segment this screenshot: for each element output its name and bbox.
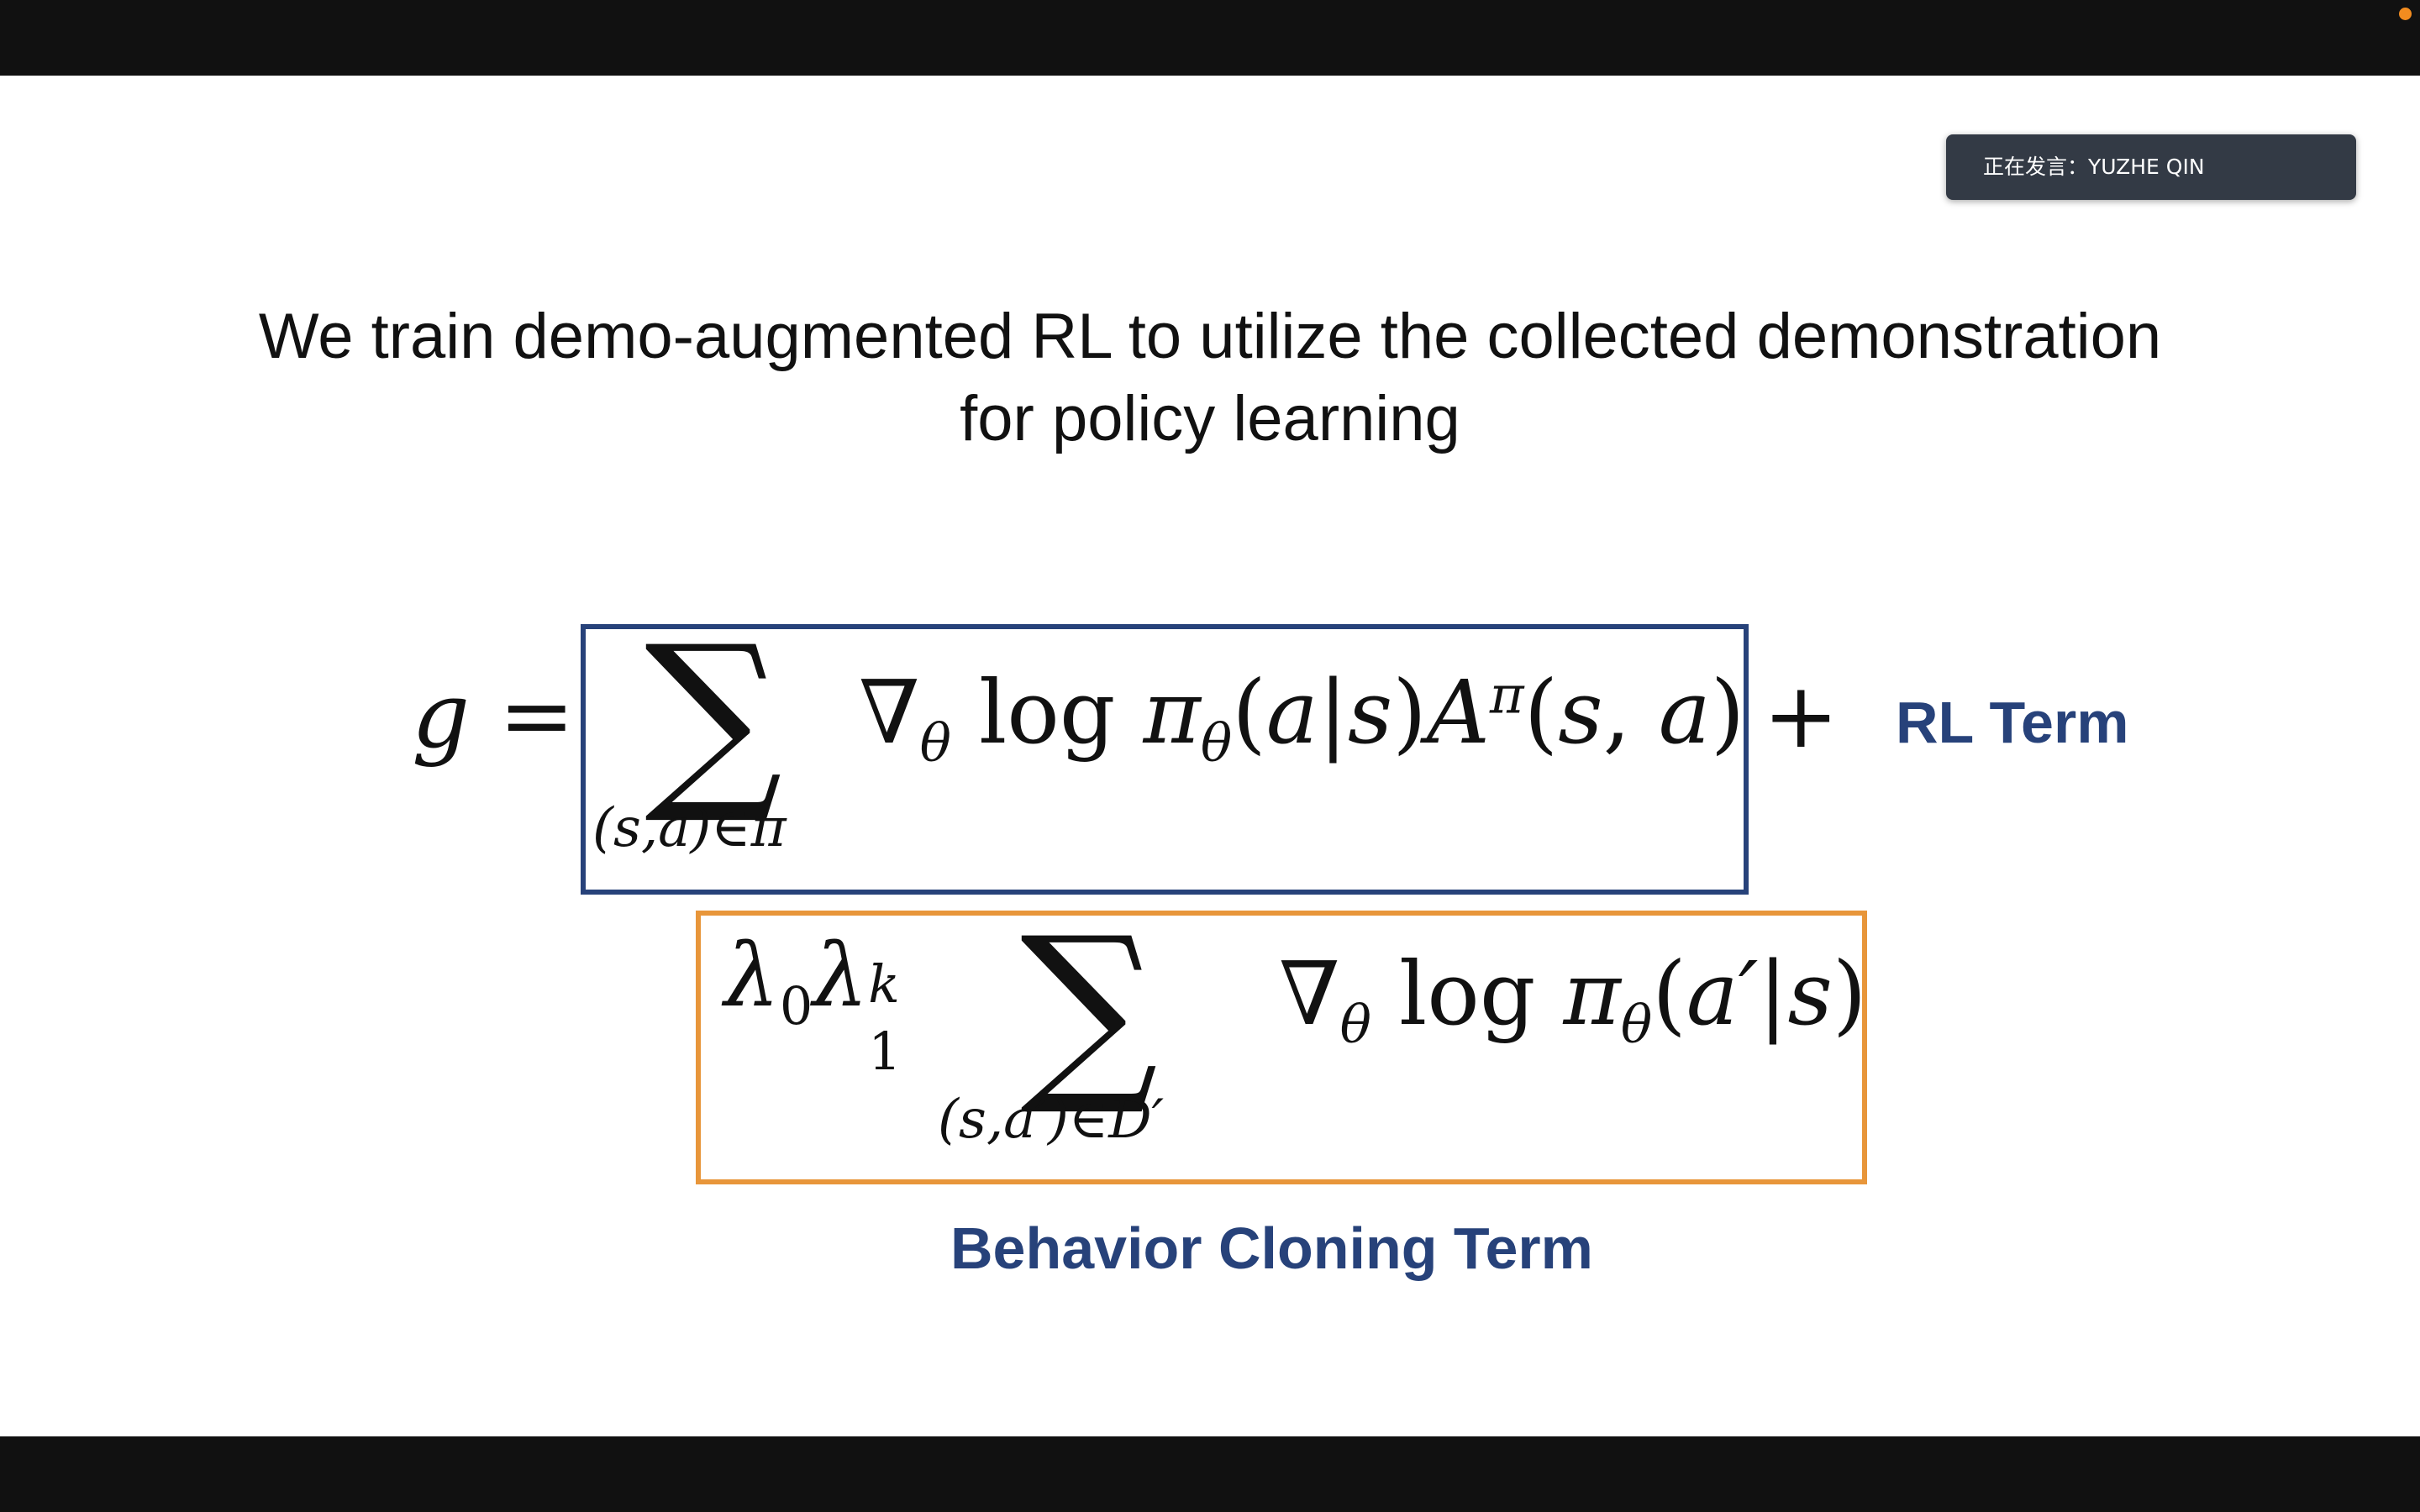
bc-sum-sigma: ∑ bbox=[1020, 896, 1159, 1121]
top-black-bar bbox=[0, 0, 2420, 76]
rl-sum-subscript: (s,a)∈π bbox=[592, 797, 786, 859]
rl-sum-sigma: ∑ bbox=[644, 605, 783, 829]
equation-lhs-text: g = bbox=[412, 664, 575, 769]
equation-lhs: g = bbox=[412, 664, 575, 769]
recording-indicator-icon bbox=[2399, 8, 2412, 20]
active-speaker-badge: 正在发言：YUZHE QIN bbox=[1946, 134, 2356, 200]
slide-title: We train demo-augmented RL to utilize th… bbox=[101, 296, 2319, 460]
bc-coefficient: λ0λ k 1 bbox=[724, 924, 902, 1082]
rl-term-label: RL Term bbox=[1896, 690, 2129, 755]
active-speaker-text: 正在发言：YUZHE QIN bbox=[1983, 155, 2205, 179]
rl-term-expression: ∇θ log πθ(a|s)Aπ(s, a) bbox=[859, 661, 1745, 774]
bottom-black-bar bbox=[0, 1436, 2420, 1512]
bc-term-label: Behavior Cloning Term bbox=[950, 1215, 1593, 1281]
equation-plus: + bbox=[1763, 664, 1839, 769]
presentation-slide: 正在发言：YUZHE QIN We train demo-augmented R… bbox=[0, 76, 2420, 1436]
bc-sum-subscript: (s,a′)∈D′ bbox=[938, 1089, 1165, 1151]
slide-title-line-1: We train demo-augmented RL to utilize th… bbox=[258, 301, 2162, 372]
bc-term-expression: ∇θ log πθ(a′|s) bbox=[1279, 942, 1867, 1055]
slide-title-line-2: for policy learning bbox=[960, 383, 1460, 454]
bc-term-box: λ0λ k 1 ∑ (s,a′)∈D′ ∇θ log πθ(a′|s) bbox=[696, 911, 1867, 1184]
rl-term-box: ∑ (s,a)∈π ∇θ log πθ(a|s)Aπ(s, a) bbox=[581, 605, 1749, 895]
